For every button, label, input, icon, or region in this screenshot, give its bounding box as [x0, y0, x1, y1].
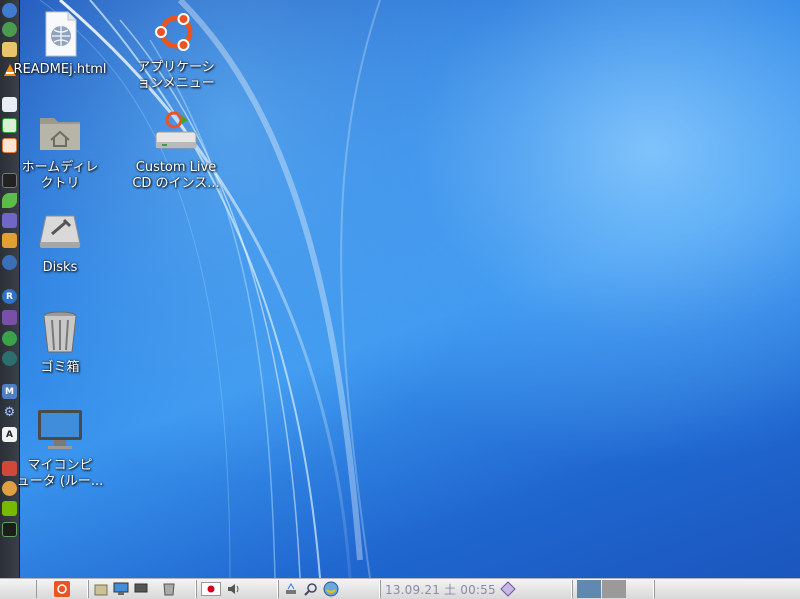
- search-icon[interactable]: [303, 581, 319, 597]
- launcher-group: [88, 580, 196, 598]
- application-dock: R M ⚙ A: [0, 0, 20, 578]
- disks-label: Disks: [42, 260, 78, 275]
- custom-live-cd-installer[interactable]: Custom Live CD のインス...: [128, 108, 224, 192]
- home-folder-icon: [36, 108, 84, 156]
- computer-monitor-icon: [36, 406, 84, 454]
- monitor-icon[interactable]: [2, 522, 17, 537]
- clock-group: 13.09.21 土 00:55: [380, 580, 572, 598]
- html-file-icon: [36, 10, 84, 58]
- m-icon[interactable]: M: [2, 384, 17, 399]
- applications-menu-label: アプリケーシ ョンメニュー: [137, 60, 215, 91]
- menu-button-group: [36, 580, 88, 598]
- window-list[interactable]: [654, 580, 800, 598]
- calendar-diamond-icon[interactable]: [500, 581, 516, 597]
- wallpaper-swirl: [39, 0, 381, 578]
- workspace-1[interactable]: [577, 580, 601, 598]
- trash[interactable]: ゴミ箱: [12, 308, 108, 376]
- panel-clock[interactable]: 13.09.21 土 00:55: [385, 581, 496, 598]
- r-icon[interactable]: R: [2, 289, 17, 304]
- nvidia-icon[interactable]: [2, 501, 17, 516]
- japanese-input-flag-icon[interactable]: [201, 582, 221, 596]
- computer-icon[interactable]: [113, 581, 129, 597]
- volume-icon[interactable]: [225, 581, 241, 597]
- ubuntu-menu-icon[interactable]: [54, 581, 70, 597]
- input-volume-group: [196, 580, 278, 598]
- installer-drive-icon: [152, 108, 200, 156]
- ubuntu-logo-icon: [152, 8, 200, 56]
- trash-label: ゴミ箱: [40, 360, 80, 375]
- desktop-wallpaper[interactable]: [0, 0, 800, 578]
- workspace-switcher: [572, 580, 654, 598]
- applications-menu[interactable]: アプリケーシ ョンメニュー: [128, 8, 224, 92]
- installer-label: Custom Live CD のインス...: [132, 160, 220, 191]
- home-folder-icon[interactable]: [93, 581, 109, 597]
- home-folder-label: ホームディレ クトリ: [21, 160, 99, 191]
- leaf-icon[interactable]: [2, 193, 17, 208]
- update-manager-icon[interactable]: [323, 581, 339, 597]
- workspace-2[interactable]: [602, 580, 626, 598]
- my-computer-label: マイコンピ ュータ (ルー...: [16, 458, 104, 489]
- trash-icon[interactable]: [161, 581, 177, 597]
- trash-icon: [36, 308, 84, 356]
- disks-icon: [36, 208, 84, 256]
- bottom-panel: 13.09.21 土 00:55: [0, 578, 800, 599]
- tray-group: [278, 580, 380, 598]
- home-folder[interactable]: ホームディレ クトリ: [12, 108, 108, 192]
- show-desktop-icon[interactable]: [133, 581, 149, 597]
- readme-file-label: READMEj.html: [13, 62, 107, 77]
- network-icon[interactable]: [283, 581, 299, 597]
- my-computer[interactable]: マイコンピ ュータ (ルー...: [12, 406, 108, 490]
- readme-file[interactable]: READMEj.html: [12, 10, 108, 78]
- disks[interactable]: Disks: [12, 208, 108, 276]
